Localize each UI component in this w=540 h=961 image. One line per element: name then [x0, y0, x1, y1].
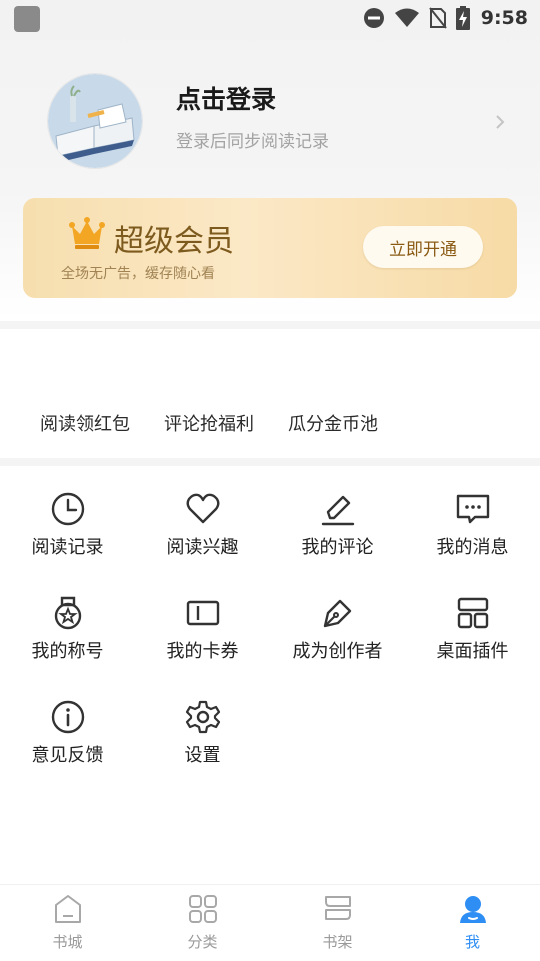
vip-title: 超级会员 — [114, 224, 234, 259]
promo-read-red-packet[interactable]: 阅读领红包 — [40, 410, 130, 436]
status-time: 9:58 — [480, 7, 528, 29]
bottom-nav: 书城 分类 书架 我 — [0, 884, 540, 961]
info-icon — [51, 700, 85, 734]
no-sim-icon — [428, 7, 447, 29]
bookshelf-icon — [325, 896, 351, 920]
crown-icon — [69, 217, 105, 249]
grid-item-feedback[interactable]: 意见反馈 — [0, 699, 135, 789]
grid-label: 意见反馈 — [31, 745, 104, 766]
grid-item-desktop-widget[interactable]: 桌面插件 — [405, 595, 540, 685]
tab-category[interactable]: 分类 — [135, 885, 270, 961]
grid-item-my-comments[interactable]: 我的评论 — [270, 491, 405, 581]
grid-label: 我的称号 — [31, 641, 104, 662]
wifi-icon — [394, 8, 419, 27]
promo-coin-pool[interactable]: 瓜分金币池 — [288, 410, 378, 436]
grid-label: 设置 — [184, 745, 221, 766]
promo-comment-benefit[interactable]: 评论抢福利 — [164, 410, 254, 436]
tab-label: 书城 — [52, 933, 83, 951]
grid-item-my-titles[interactable]: 我的称号 — [0, 595, 135, 685]
vip-subtitle: 全场无广告，缓存随心看 — [61, 266, 215, 282]
tab-bookstore[interactable]: 书城 — [0, 885, 135, 961]
status-bar: 9:58 — [0, 0, 540, 36]
status-icons: 9:58 — [363, 5, 528, 31]
medal-icon — [54, 596, 82, 630]
clock-icon — [51, 492, 85, 526]
do-not-disturb-icon — [363, 8, 384, 28]
grid-label: 我的卡券 — [166, 641, 239, 662]
bookstore-icon — [55, 895, 81, 923]
grid-item-my-messages[interactable]: 我的消息 — [405, 491, 540, 581]
open-vip-button[interactable]: 立即开通 — [363, 226, 483, 268]
grid-item-settings[interactable]: 设置 — [135, 699, 270, 789]
section-divider — [0, 321, 540, 329]
login-title[interactable]: 点击登录 — [176, 80, 276, 116]
book-illustration-icon — [48, 74, 142, 168]
chevron-right-icon[interactable] — [494, 112, 506, 132]
grid-label: 成为创作者 — [292, 641, 383, 662]
grid-label: 我的评论 — [301, 537, 374, 558]
battery-charging-icon — [455, 6, 470, 30]
avatar[interactable] — [48, 74, 142, 168]
section-divider — [0, 458, 540, 466]
grid-item-reading-interest[interactable]: 阅读兴趣 — [135, 491, 270, 581]
ticket-icon — [186, 600, 220, 626]
grid-item-reading-history[interactable]: 阅读记录 — [0, 491, 135, 581]
grid-label: 我的消息 — [436, 537, 509, 558]
grid-label: 阅读记录 — [31, 537, 104, 558]
login-subtitle: 登录后同步阅读记录 — [176, 132, 329, 152]
category-icon — [189, 895, 217, 923]
tab-label: 书架 — [322, 933, 353, 951]
tab-label: 分类 — [187, 933, 218, 951]
tab-label: 我 — [464, 933, 480, 951]
tab-me[interactable]: 我 — [405, 885, 540, 961]
pencil-icon — [321, 495, 355, 526]
heart-icon — [186, 493, 220, 524]
grid-item-become-creator[interactable]: 成为创作者 — [270, 595, 405, 685]
grid-label: 桌面插件 — [436, 641, 509, 662]
gear-icon — [185, 700, 221, 734]
widget-icon — [457, 597, 489, 629]
message-icon — [456, 494, 490, 524]
grid-label: 阅读兴趣 — [166, 537, 239, 558]
pen-nib-icon — [323, 599, 352, 628]
user-icon — [460, 896, 486, 923]
grid-item-my-coupons[interactable]: 我的卡券 — [135, 595, 270, 685]
vip-card[interactable]: 超级会员 全场无广告，缓存随心看 立即开通 — [23, 198, 517, 298]
app-notification-icon — [14, 6, 40, 32]
tab-bookshelf[interactable]: 书架 — [270, 885, 405, 961]
promo-row: 阅读领红包 评论抢福利 瓜分金币池 — [0, 410, 540, 436]
